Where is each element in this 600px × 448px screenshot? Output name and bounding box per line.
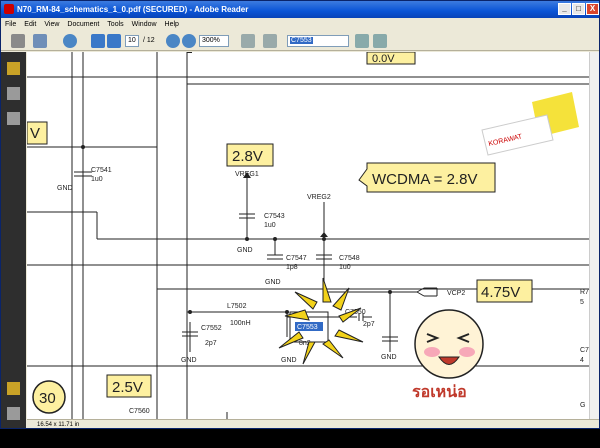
fit-page-icon[interactable] [241, 34, 255, 48]
sticky-note: KORAWAT [481, 92, 579, 156]
vcp2-label: VCP2 [447, 290, 465, 297]
l7502-ref: L7502 [227, 303, 247, 310]
navigation-pane [1, 52, 26, 428]
zoom-out-icon[interactable] [166, 34, 180, 48]
vreg1-voltage-label: 2.8V [232, 148, 263, 165]
cartoon-face-icon [414, 309, 484, 379]
c7550-val: 2p7 [363, 321, 375, 328]
window-title: N70_RM-84_schematics_1_0.pdf (SECURED) -… [17, 5, 249, 14]
pages-icon[interactable] [7, 87, 20, 100]
right-edge-ref-4: 4 [580, 357, 584, 364]
email-icon[interactable] [33, 34, 47, 48]
bookmarks-icon[interactable] [7, 112, 20, 125]
thai-caption: รอเหน่อ [412, 384, 467, 401]
c7552-val: 2p7 [205, 340, 217, 347]
c7547-ref: C7547 [286, 255, 307, 262]
minimize-button[interactable]: _ [558, 3, 571, 15]
c7548-ref: C7548 [339, 255, 360, 262]
document-view[interactable]: V 0.0V 2.8V VREG1 WCDMA = 2.8V VREG2 4.7… [27, 52, 599, 419]
toolbar: 10 / 12 300% C7553 [1, 31, 599, 51]
c7547-val: 1p8 [286, 264, 298, 271]
menu-file[interactable]: File [1, 18, 20, 31]
c7543-val: 1u0 [264, 222, 276, 229]
highlight-burst-icon [278, 277, 364, 365]
c7560-ref: C7560 [129, 408, 150, 415]
bottom-voltage-label: 2.5V [112, 379, 143, 396]
page-size-readout: 16.54 x 11.71 in [37, 422, 80, 428]
search-web-icon[interactable] [63, 34, 77, 48]
find-input[interactable]: C7553 [287, 35, 349, 47]
previous-page-icon[interactable] [91, 34, 105, 48]
c7541-val: 1u0 [91, 176, 103, 183]
gnd-label-c7553: GND [281, 357, 297, 364]
c7552-ref: C7552 [201, 325, 222, 332]
fit-width-icon[interactable] [263, 34, 277, 48]
vreg2-label: VREG2 [307, 194, 331, 201]
menu-help[interactable]: Help [161, 18, 183, 31]
find-menu-icon[interactable] [373, 34, 387, 48]
gnd-label-c7541: GND [57, 185, 73, 192]
c7548-val: 1u0 [339, 264, 351, 271]
security-lock-icon[interactable] [7, 62, 20, 75]
gnd-label-c7552: GND [181, 357, 197, 364]
zoom-in-icon[interactable] [182, 34, 196, 48]
zoom-level-input[interactable]: 300% [199, 35, 229, 47]
app-window: N70_RM-84_schematics_1_0.pdf (SECURED) -… [0, 0, 600, 429]
attachments-icon[interactable] [7, 407, 20, 420]
top-voltage-label: 0.0V [372, 53, 395, 65]
bottom-banner [0, 429, 600, 448]
find-next-icon[interactable] [355, 34, 369, 48]
print-icon[interactable] [11, 34, 25, 48]
comments-icon[interactable] [7, 382, 20, 395]
menu-edit[interactable]: Edit [20, 18, 40, 31]
gnd-label-c7543: GND [237, 247, 253, 254]
page-badge-number: 30 [39, 390, 56, 407]
menu-view[interactable]: View [40, 18, 63, 31]
next-page-icon[interactable] [107, 34, 121, 48]
gnd-label-vcp2: GND [381, 354, 397, 361]
page-total: / 12 [143, 37, 155, 44]
menu-window[interactable]: Window [128, 18, 161, 31]
vcp2-voltage-label: 4.75V [481, 284, 520, 301]
title-bar[interactable]: N70_RM-84_schematics_1_0.pdf (SECURED) -… [1, 1, 599, 18]
page-number-input[interactable]: 10 [125, 35, 139, 47]
right-edge-ref-1: R7 [580, 289, 589, 296]
menu-bar: File Edit View Document Tools Window Help [1, 18, 599, 31]
maximize-button[interactable]: □ [572, 3, 585, 15]
vertical-scrollbar[interactable] [589, 52, 599, 419]
c7543-ref: C7543 [264, 213, 285, 220]
vreg1-label: VREG1 [235, 171, 259, 178]
menu-tools[interactable]: Tools [103, 18, 127, 31]
adobe-reader-icon [4, 4, 14, 14]
close-button[interactable]: X [586, 3, 599, 15]
right-edge-ref-5: G [580, 402, 585, 409]
right-edge-ref-2: 5 [580, 299, 584, 306]
l7502-val: 100nH [230, 320, 251, 327]
wcdma-voltage-label: WCDMA = 2.8V [372, 171, 477, 188]
c7553-ref-highlight: C7553 [297, 324, 318, 331]
gnd-label-c7547: GND [265, 279, 281, 286]
find-input-value: C7553 [290, 37, 313, 44]
schematic-page: V 0.0V 2.8V VREG1 WCDMA = 2.8V VREG2 4.7… [27, 52, 599, 419]
status-bar: 16.54 x 11.71 in [27, 419, 599, 428]
left-voltage-label: V [30, 125, 40, 142]
menu-document[interactable]: Document [63, 18, 103, 31]
c7541-ref: C7541 [91, 167, 112, 174]
right-edge-ref-3: C7 [580, 347, 589, 354]
